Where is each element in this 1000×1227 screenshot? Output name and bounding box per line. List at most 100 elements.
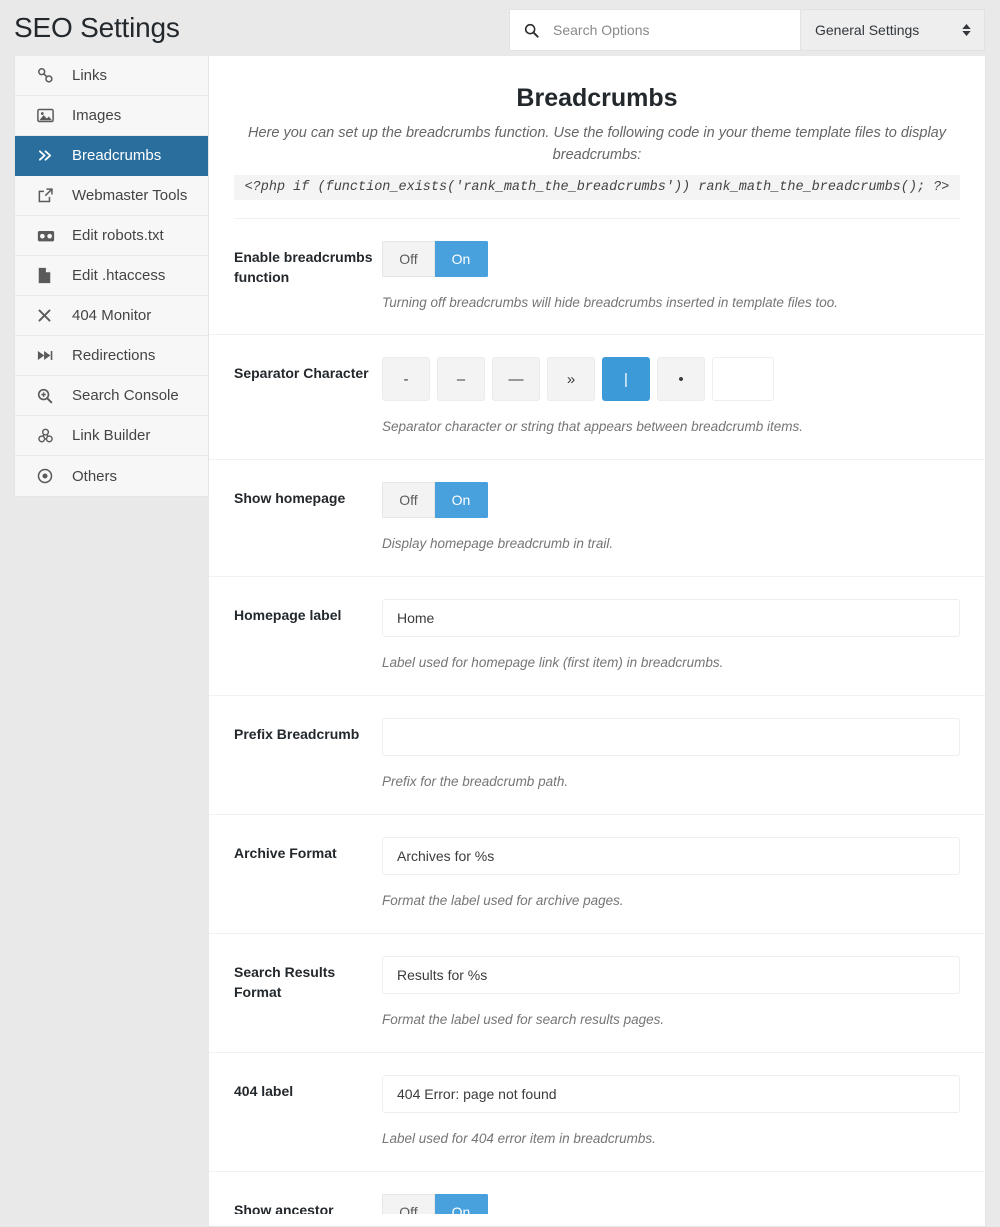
toggle-on-option[interactable]: On: [435, 1193, 488, 1214]
search-results-format-input[interactable]: [382, 955, 960, 994]
toggle-off-option[interactable]: Off: [382, 1193, 435, 1214]
separator-custom-input[interactable]: [712, 357, 774, 402]
sidebar-item-404-monitor[interactable]: 404 Monitor: [15, 296, 208, 336]
target-dot-icon: [37, 468, 59, 484]
setting-label: Show homepage: [234, 490, 346, 507]
sidebar-item-label: Webmaster Tools: [72, 187, 188, 204]
sidebar-item-label: Others: [72, 467, 118, 485]
sidebar-item-search-console[interactable]: Search Console: [15, 376, 208, 416]
setting-help-text: Prefix for the breadcrumb path.: [382, 774, 569, 790]
sidebar-item-others[interactable]: Others: [15, 456, 208, 496]
homepage-label-input[interactable]: [382, 599, 960, 638]
sidebar-item-label: Breadcrumbs: [72, 147, 162, 164]
toggle-off-option[interactable]: Off: [382, 482, 435, 519]
setting-label: Prefix Breadcrumb: [234, 726, 360, 743]
setting-help-text: Display homepage breadcrumb in trail.: [382, 536, 614, 552]
setting-control: Label used for homepage link (first item…: [382, 599, 960, 673]
toggle-on-option[interactable]: On: [435, 482, 488, 519]
setting-row-enable-breadcrumbs: Enable breadcrumbs function Off On Turni…: [209, 219, 985, 336]
sidebar-item-label: Images: [72, 107, 122, 124]
setting-control: Format the label used for search results…: [382, 955, 960, 1030]
setting-row-search-results-format: Search Results Format Format the label u…: [209, 934, 985, 1053]
link-icon: [37, 67, 59, 84]
php-snippet: <?php if (function_exists('rank_math_the…: [234, 174, 960, 200]
sidebar-item-label: Links: [72, 67, 108, 84]
setting-row-separator-character: Separator Character - – — » | • Separato…: [209, 335, 985, 461]
settings-select-value: General Settings: [815, 22, 920, 38]
separator-option-hyphen[interactable]: -: [382, 357, 430, 402]
setting-label: Separator Character: [234, 365, 369, 382]
setting-label: 404 label: [234, 1082, 294, 1099]
top-bar: SEO Settings General Settings: [0, 0, 1000, 56]
setting-row-404-label: 404 label Label used for 404 error item …: [209, 1053, 985, 1172]
archive-format-input[interactable]: [382, 836, 960, 875]
setting-control: Off On Display homepage breadcrumb in tr…: [382, 482, 960, 554]
setting-help-text: Separator character or string that appea…: [382, 419, 803, 435]
show-homepage-toggle[interactable]: Off On: [382, 482, 488, 519]
sidebar-item-link-builder[interactable]: Link Builder: [15, 416, 208, 456]
sidebar-item-edit-robots[interactable]: Edit robots.txt: [15, 216, 208, 256]
setting-row-archive-format: Archive Format Format the label used for…: [209, 815, 985, 934]
sidebar-item-label: Search Console: [72, 387, 179, 404]
file-icon: [37, 267, 59, 284]
separator-option-en-dash[interactable]: –: [437, 357, 485, 402]
toggle-off-option[interactable]: Off: [382, 240, 435, 277]
panel-description: Here you can set up the breadcrumbs func…: [248, 125, 946, 163]
sidebar-item-label: Redirections: [72, 347, 156, 364]
sidebar-item-redirections[interactable]: Redirections: [15, 336, 208, 376]
setting-help-text: Label used for 404 error item in breadcr…: [382, 1130, 656, 1146]
separator-option-em-dash[interactable]: —: [492, 357, 540, 402]
enable-breadcrumbs-toggle[interactable]: Off On: [382, 240, 488, 277]
setting-label: Archive Format: [234, 844, 337, 861]
sidebar-item-edit-htaccess[interactable]: Edit .htaccess: [15, 256, 208, 296]
setting-control: Format the label used for archive pages.: [382, 836, 960, 911]
fast-forward-icon: [37, 349, 59, 362]
settings-select[interactable]: General Settings: [800, 9, 985, 51]
separator-option-guillemet[interactable]: »: [547, 357, 595, 402]
setting-row-show-homepage: Show homepage Off On Display homepage br…: [209, 460, 985, 578]
sidebar-item-breadcrumbs[interactable]: Breadcrumbs: [15, 136, 208, 176]
chevron-up-down-icon: [962, 24, 971, 36]
setting-control: Prefix for the breadcrumb path.: [382, 718, 960, 792]
setting-control: Label used for 404 error item in breadcr…: [382, 1074, 960, 1149]
sidebar-item-label: Edit .htaccess: [72, 267, 166, 284]
image-icon: [37, 108, 59, 123]
sidebar-item-images[interactable]: Images: [15, 96, 208, 136]
setting-control: Off On Turning off breadcrumbs will hide…: [382, 240, 960, 313]
setting-label: Enable breadcrumbs function: [234, 248, 373, 285]
sidebar-item-webmaster-tools[interactable]: Webmaster Tools: [15, 176, 208, 216]
panel-title: Breadcrumbs: [516, 84, 678, 112]
setting-help-text: Format the label used for archive pages.: [382, 892, 624, 908]
search-input[interactable]: [551, 21, 786, 39]
setting-row-show-ancestor: Show ancestor Off On: [209, 1172, 985, 1214]
sidebar-item-links[interactable]: Links: [15, 56, 208, 96]
sidebar-item-label: Edit robots.txt: [72, 227, 164, 244]
main-layout: Links Images Breadcrumbs Webmaster Tools…: [0, 56, 1000, 1227]
setting-label: Show ancestor: [234, 1201, 334, 1214]
show-ancestor-toggle[interactable]: Off On: [382, 1193, 488, 1214]
topbar-controls: General Settings: [509, 9, 985, 51]
sidebar-item-label: 404 Monitor: [72, 307, 152, 324]
sidebar: Links Images Breadcrumbs Webmaster Tools…: [14, 56, 209, 497]
link-builder-icon: [37, 428, 59, 444]
panel-header: Breadcrumbs Here you can set up the brea…: [209, 56, 985, 200]
setting-control: - – — » | • Separator character or strin…: [382, 357, 960, 437]
separator-option-pipe[interactable]: |: [602, 357, 650, 402]
setting-row-homepage-label: Homepage label Label used for homepage l…: [209, 577, 985, 697]
separator-option-bullet[interactable]: •: [657, 357, 705, 402]
close-x-icon: [37, 308, 59, 323]
setting-control: Off On: [382, 1193, 960, 1214]
settings-panel: Breadcrumbs Here you can set up the brea…: [209, 56, 986, 1227]
page-title: SEO Settings: [14, 12, 180, 43]
setting-row-prefix-breadcrumb: Prefix Breadcrumb Prefix for the breadcr…: [209, 696, 985, 815]
toggle-on-option[interactable]: On: [435, 240, 488, 277]
setting-help-text: Turning off breadcrumbs will hide breadc…: [382, 294, 838, 310]
setting-help-text: Label used for homepage link (first item…: [382, 655, 724, 671]
404-label-input[interactable]: [382, 1074, 960, 1113]
sidebar-item-label: Link Builder: [72, 427, 151, 444]
prefix-breadcrumb-input[interactable]: [382, 718, 960, 757]
separator-options-group: - – — » | •: [382, 357, 960, 402]
setting-label: Search Results Format: [234, 963, 336, 1001]
search-box[interactable]: [509, 9, 800, 51]
external-link-icon: [37, 187, 59, 204]
